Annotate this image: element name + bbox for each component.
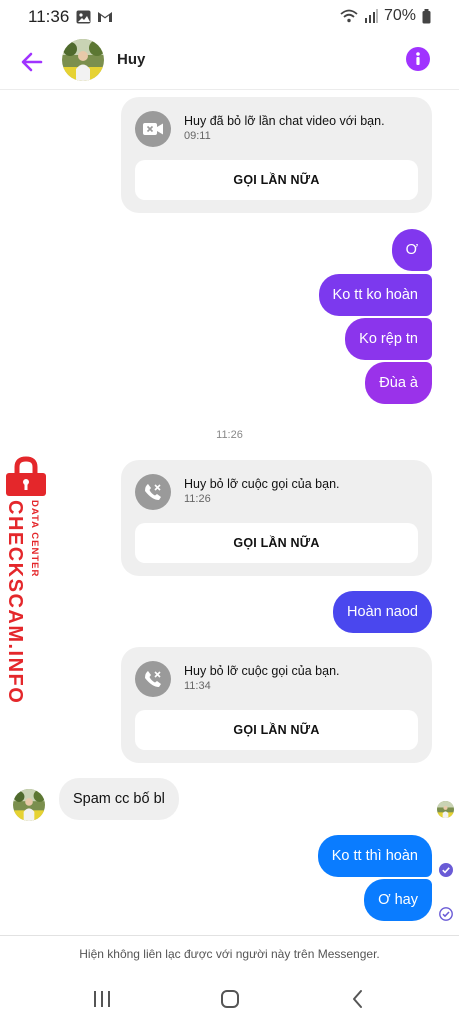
time-separator: 11:26 <box>216 429 243 441</box>
gallery-icon <box>76 10 91 24</box>
status-time: 11:36 <box>28 7 70 26</box>
recent-apps-icon <box>94 991 110 1007</box>
battery-percent: 70% <box>383 7 416 24</box>
watermark-sub-text: DATA CENTER <box>29 500 40 578</box>
message-bubble-outgoing[interactable]: Ơ hay <box>364 879 432 921</box>
missed-call-card: Huy bỏ lỡ cuộc gọi của bạn. 11:34 GỌI LẦ… <box>121 647 432 763</box>
phone-missed-icon <box>145 671 161 687</box>
gmail-icon <box>98 12 112 22</box>
call-again-button[interactable]: GỌI LẦN NỮA <box>135 160 418 200</box>
message-bubble-outgoing[interactable]: Ơ <box>391 229 432 271</box>
delivered-check-icon <box>439 863 453 877</box>
contact-name[interactable]: Huy <box>117 51 145 68</box>
call-title: Huy bỏ lỡ cuộc gọi của bạn. <box>184 664 340 678</box>
lock-icon <box>6 456 46 496</box>
message-bubble-outgoing[interactable]: Ko tt thì hoàn <box>317 835 432 877</box>
conversation-header: Huy <box>0 34 459 90</box>
back-arrow-icon <box>21 52 43 72</box>
contact-avatar[interactable] <box>62 39 104 81</box>
call-time: 09:11 <box>184 130 211 142</box>
missed-video-chat-card: Huy đã bỏ lỡ lần chat video với bạn. 09:… <box>121 97 432 213</box>
message-bubble-incoming[interactable]: Spam cc bố bl <box>59 778 179 820</box>
system-navigation-bar <box>0 972 459 1024</box>
message-bubble-outgoing[interactable]: Ko rệp tn <box>345 318 432 360</box>
call-title: Huy bỏ lỡ cuộc gọi của bạn. <box>184 477 340 491</box>
home-button[interactable] <box>218 987 242 1011</box>
home-icon <box>221 990 239 1008</box>
unavailable-notice: Hiện không liên lạc được với người này t… <box>0 935 459 972</box>
back-button[interactable] <box>16 46 48 78</box>
info-button[interactable] <box>406 47 430 71</box>
sent-check-icon <box>439 907 453 921</box>
wifi-icon <box>340 9 358 23</box>
info-icon <box>416 52 420 65</box>
missed-call-card: Huy bỏ lỡ cuộc gọi của bạn. 11:26 GỌI LẦ… <box>121 460 432 576</box>
watermark-main-text: CHECKSCAM.INFO <box>4 500 26 705</box>
battery-icon <box>422 8 431 23</box>
call-time: 11:34 <box>184 680 211 692</box>
message-bubble-outgoing[interactable]: Đùa à <box>365 362 432 404</box>
call-time: 11:26 <box>184 493 211 505</box>
message-bubble-outgoing[interactable]: Hoàn naod <box>333 591 432 633</box>
signal-icon <box>364 9 378 23</box>
sender-avatar[interactable] <box>13 789 45 821</box>
message-bubble-outgoing[interactable]: Ko tt ko hoàn <box>318 274 432 316</box>
call-title: Huy đã bỏ lỡ lần chat video với bạn. <box>184 114 385 128</box>
phone-missed-icon <box>145 484 161 500</box>
recent-apps-button[interactable] <box>90 987 114 1011</box>
nav-back-button[interactable] <box>346 987 370 1011</box>
seen-avatar <box>437 801 454 818</box>
video-missed-icon <box>143 123 163 135</box>
call-again-button[interactable]: GỌI LẦN NỮA <box>135 523 418 563</box>
call-again-button[interactable]: GỌI LẦN NỮA <box>135 710 418 750</box>
status-bar: 11:36 70% <box>0 0 459 34</box>
checkscam-watermark: CHECKSCAM.INFO DATA CENTER <box>0 452 50 705</box>
nav-back-icon <box>353 990 362 1008</box>
